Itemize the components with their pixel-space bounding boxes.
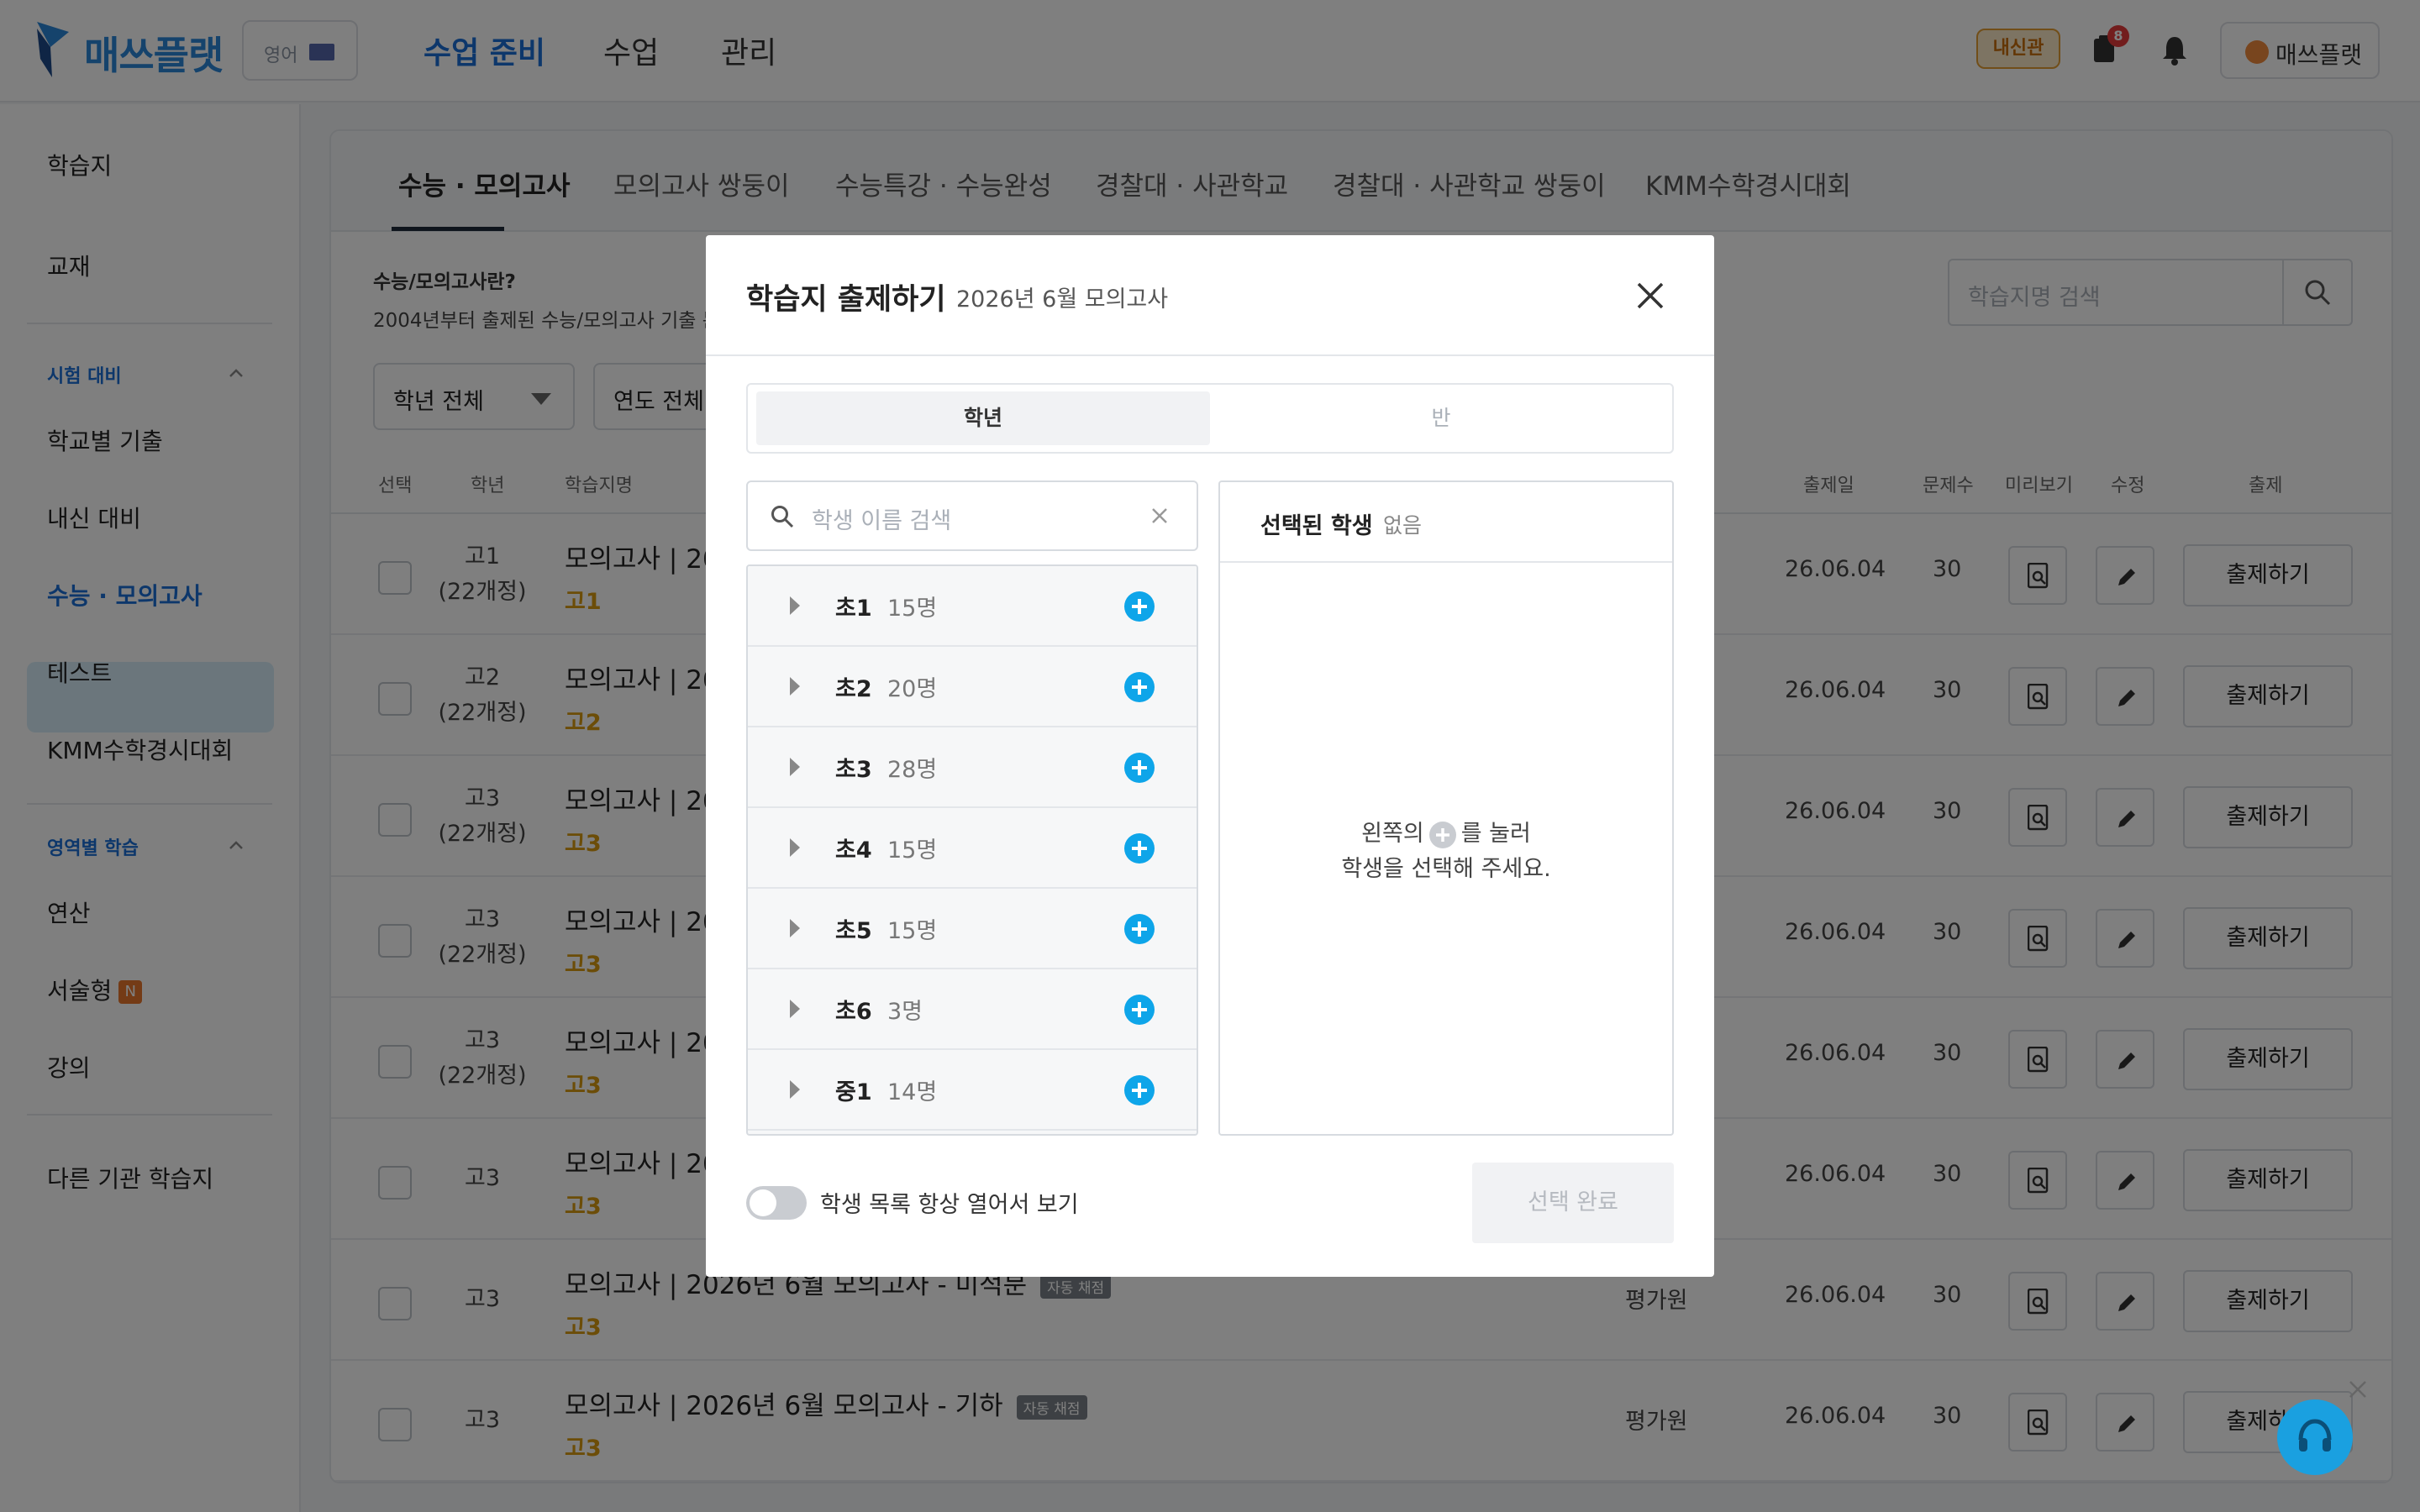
group-count: 15명 xyxy=(887,596,938,622)
hint-prefix: 왼쪽의 xyxy=(1361,821,1424,847)
group-count: 28명 xyxy=(887,757,938,783)
add-circle-icon[interactable] xyxy=(1124,995,1155,1025)
segment-grade[interactable]: 학년 xyxy=(756,391,1210,445)
selected-students-title: 선택된 학생 xyxy=(1260,513,1373,539)
clear-icon[interactable] xyxy=(1150,506,1170,526)
group-count: 3명 xyxy=(887,999,923,1025)
grade-group-item[interactable]: 초4 15명 xyxy=(748,808,1197,889)
grade-group-item[interactable]: 초3 28명 xyxy=(748,727,1197,808)
expand-triangle-icon[interactable] xyxy=(790,838,800,857)
expand-triangle-icon[interactable] xyxy=(790,1000,800,1018)
add-circle-icon[interactable] xyxy=(1124,753,1155,783)
always-open-toggle[interactable] xyxy=(746,1186,807,1220)
selected-students-panel: 선택된 학생 없음 왼쪽의 를 눌러 학생을 선택해 주세요. xyxy=(1218,480,1674,1136)
grade-group-item[interactable]: 초1 15명 xyxy=(748,566,1197,647)
group-name: 초3 xyxy=(835,757,872,783)
student-search-input[interactable]: 학생 이름 검색 xyxy=(746,480,1198,551)
always-open-label: 학생 목록 항상 열어서 보기 xyxy=(820,1192,1079,1218)
assign-modal: 학습지 출제하기 2026년 6월 모의고사 학년 반 학생 이름 검색 초1 1… xyxy=(706,235,1714,1277)
expand-triangle-icon[interactable] xyxy=(790,919,800,937)
modal-title: 학습지 출제하기 xyxy=(746,283,946,317)
toggle-knob xyxy=(750,1189,776,1216)
add-circle-icon[interactable] xyxy=(1124,672,1155,702)
expand-triangle-icon[interactable] xyxy=(790,596,800,615)
floating-close-icon[interactable] xyxy=(2348,1379,2368,1399)
modal-divider xyxy=(706,354,1714,356)
group-count: 15명 xyxy=(887,918,938,944)
add-circle-icon[interactable] xyxy=(1124,833,1155,864)
add-circle-icon[interactable] xyxy=(1124,1075,1155,1105)
grade-group-item[interactable]: 중1 14명 xyxy=(748,1050,1197,1131)
add-circle-icon[interactable] xyxy=(1124,591,1155,622)
grade-group-item[interactable]: 초2 20명 xyxy=(748,647,1197,727)
student-search-placeholder: 학생 이름 검색 xyxy=(812,508,952,534)
group-count: 15명 xyxy=(887,837,938,864)
group-count: 14명 xyxy=(887,1079,938,1105)
group-name: 초6 xyxy=(835,999,872,1025)
hint-suffix: 를 눌러 xyxy=(1460,821,1531,847)
headset-icon xyxy=(2298,1419,2332,1452)
segment-class[interactable]: 반 xyxy=(1218,391,1664,445)
group-count: 20명 xyxy=(887,676,938,702)
expand-triangle-icon[interactable] xyxy=(790,1080,800,1099)
selected-students-empty: 없음 xyxy=(1383,513,1423,538)
grade-group-item[interactable]: 초5 15명 xyxy=(748,889,1197,969)
select-done-button[interactable]: 선택 완료 xyxy=(1472,1163,1674,1243)
selected-students-header: 선택된 학생 없음 xyxy=(1220,482,1672,563)
group-name: 중1 xyxy=(835,1079,872,1105)
modal-subtitle: 2026년 6월 모의고사 xyxy=(956,286,1169,312)
search-icon xyxy=(771,506,794,528)
group-name: 초1 xyxy=(835,596,872,622)
expand-triangle-icon[interactable] xyxy=(790,677,800,696)
grade-group-item[interactable]: 초6 3명 xyxy=(748,969,1197,1050)
close-icon[interactable] xyxy=(1634,279,1667,312)
expand-triangle-icon[interactable] xyxy=(790,758,800,776)
add-circle-icon[interactable] xyxy=(1124,914,1155,944)
hint-line-2: 학생을 선택해 주세요. xyxy=(1341,856,1551,882)
hint-line-1: 왼쪽의 를 눌러 xyxy=(1220,815,1672,848)
plus-circle-icon xyxy=(1428,821,1456,848)
grade-class-segment: 학년 반 xyxy=(746,383,1674,454)
group-name: 초4 xyxy=(835,837,872,864)
help-chat-button[interactable] xyxy=(2277,1399,2353,1475)
group-name: 초5 xyxy=(835,918,872,944)
grade-group-list[interactable]: 초1 15명 초2 20명 초3 28명 초4 15명 초5 15명 초6 3명 중1 14명 xyxy=(746,564,1198,1136)
group-name: 초2 xyxy=(835,676,872,702)
